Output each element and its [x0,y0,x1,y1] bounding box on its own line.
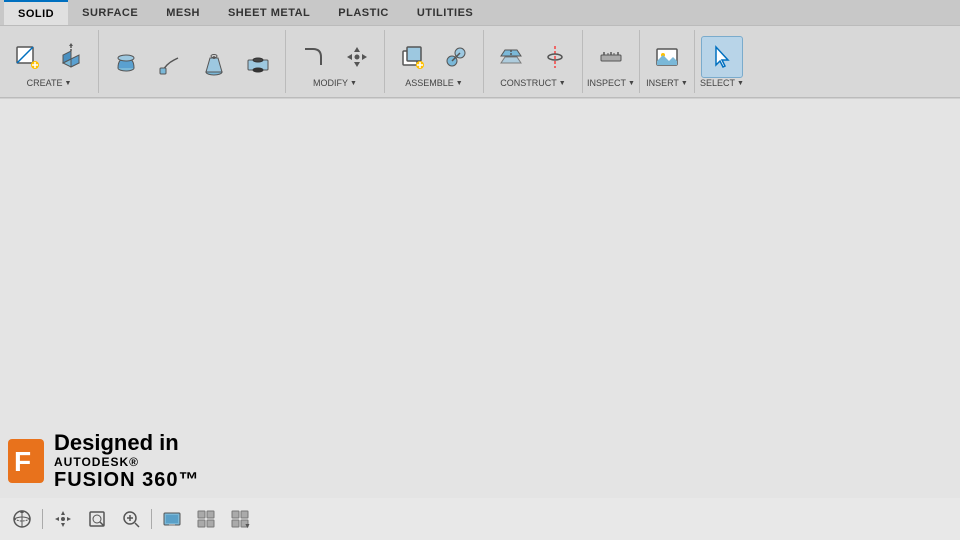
fusion-logo-icon: F [8,439,44,483]
modify-group-label[interactable]: MODIFY ▼ [313,78,357,91]
inspect-group-label[interactable]: INSPECT ▼ [587,78,635,91]
sweep-button[interactable] [149,43,191,85]
fit-button[interactable] [83,505,111,533]
toolbar-group-construct: CONSTRUCT ▼ [484,30,583,93]
insert-image-button[interactable] [646,36,688,78]
select-button[interactable] [701,36,743,78]
toolbar-group-select: SELECT ▼ [695,30,749,93]
extrude-button[interactable] [50,36,92,78]
tab-utilities[interactable]: UTILITIES [403,0,487,25]
fillet-button[interactable] [292,36,334,78]
tab-surface[interactable]: SURFACE [68,0,152,25]
construct-dropdown-arrow: ▼ [559,80,566,87]
pan-button[interactable] [49,505,77,533]
loft-button[interactable] [193,43,235,85]
revolve-button[interactable] [105,43,147,85]
tab-plastic[interactable]: PLASTIC [324,0,403,25]
insert-group-label[interactable]: INSERT ▼ [646,78,688,91]
grid-settings-button[interactable]: ▼ [226,505,254,533]
new-component-button[interactable] [391,36,433,78]
new-sketch-button[interactable] [6,36,48,78]
toolbar-group-fillet: MODIFY ▼ [286,30,385,93]
offset-plane-button[interactable] [490,36,532,78]
tab-row: SOLID SURFACE MESH SHEET METAL PLASTIC U… [0,0,960,26]
create-dropdown-arrow: ▼ [64,80,71,87]
toolbar-group-create-extra [99,30,286,93]
axis-button[interactable] [534,36,576,78]
select-dropdown-arrow: ▼ [737,80,744,87]
move-copy-button[interactable] [336,36,378,78]
select-group-label[interactable]: SELECT ▼ [700,78,744,91]
modify-dropdown-arrow: ▼ [350,80,357,87]
toolbar-group-create: CREATE ▼ [0,30,99,93]
assemble-group-label[interactable]: ASSEMBLE ▼ [405,78,462,91]
tab-solid[interactable]: SOLID [4,0,68,25]
construct-group-label[interactable]: CONSTRUCT ▼ [500,78,565,91]
joint-button[interactable] [435,36,477,78]
bottom-bar: ▼ [0,498,960,540]
bottom-separator-1 [42,509,43,529]
zoom-button[interactable] [117,505,145,533]
hole-button[interactable] [237,43,279,85]
tab-mesh[interactable]: MESH [152,0,214,25]
assemble-dropdown-arrow: ▼ [456,80,463,87]
branding-text: Designed in AUTODESK® FUSION 360™ [54,431,199,492]
designed-in-label: Designed in [54,431,199,455]
svg-text:F: F [14,446,31,477]
branding: F Designed in AUTODESK® FUSION 360™ [8,431,199,492]
insert-dropdown-arrow: ▼ [681,80,688,87]
grid-button[interactable] [192,505,220,533]
measure-button[interactable] [590,36,632,78]
fusion-label: FUSION 360™ [54,469,199,492]
display-settings-button[interactable] [158,505,186,533]
toolbar-group-inspect: INSPECT ▼ [583,30,640,93]
create-group-label[interactable]: CREATE ▼ [27,78,72,91]
svg-text:▼: ▼ [244,523,250,529]
bottom-separator-2 [151,509,152,529]
orbit-button[interactable] [8,505,36,533]
icon-toolbar: CREATE ▼ [0,26,960,98]
inspect-dropdown-arrow: ▼ [628,80,635,87]
tab-sheet-metal[interactable]: SHEET METAL [214,0,324,25]
autodesk-label: AUTODESK® [54,455,199,469]
toolbar-group-assemble: ASSEMBLE ▼ [385,30,484,93]
toolbar-group-insert: INSERT ▼ [640,30,695,93]
